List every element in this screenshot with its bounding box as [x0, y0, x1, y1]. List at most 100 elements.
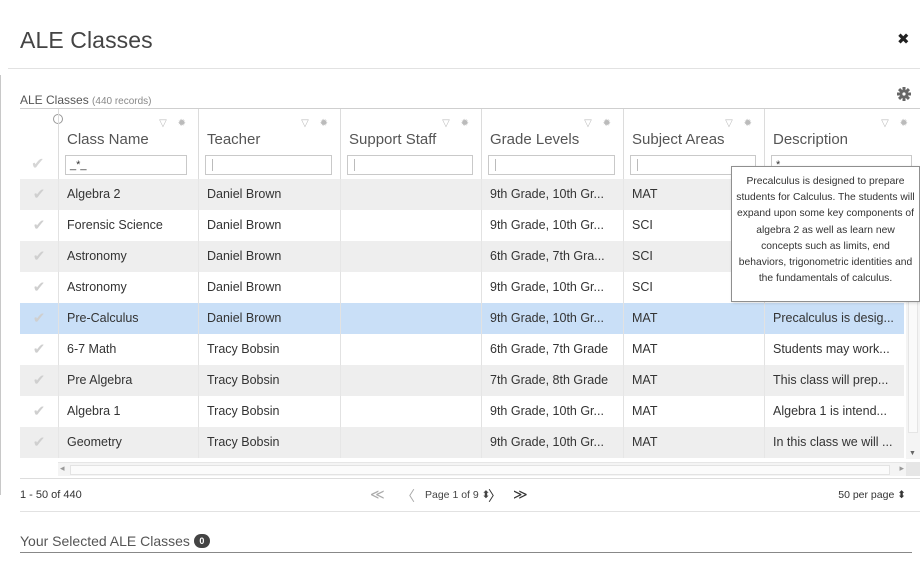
- row-check-icon[interactable]: ✔: [20, 272, 58, 303]
- row-check-icon[interactable]: ✔: [20, 210, 58, 241]
- cell-teacher: Daniel Brown: [198, 303, 340, 334]
- cell-teacher: Tracy Bobsin: [198, 427, 340, 458]
- cell-grade-levels: 6th Grade, 7th Grade: [481, 334, 623, 365]
- cell-support-staff: [340, 241, 481, 272]
- cell-teacher: Daniel Brown: [198, 210, 340, 241]
- row-check-icon[interactable]: ✔: [20, 334, 58, 365]
- header-teacher[interactable]: Teacher ▽ ✹: [198, 109, 340, 179]
- cell-description: Algebra 1 is intend...: [764, 396, 904, 427]
- cell-teacher: Tracy Bobsin: [198, 334, 340, 365]
- pager-divider: [20, 511, 920, 512]
- row-check-icon[interactable]: ✔: [20, 303, 58, 334]
- cell-description: Precalculus is desig...: [764, 303, 904, 334]
- table-row[interactable]: ✔ Geometry Tracy Bobsin 9th Grade, 10th Gr.…: [20, 427, 904, 458]
- filter-settings-icon[interactable]: ▽ ✹: [725, 118, 756, 129]
- prev-page-icon[interactable]: 〈: [401, 486, 415, 506]
- check-icon: ✔: [31, 156, 45, 173]
- cell-class-name: Geometry: [58, 427, 198, 458]
- cell-class-name: Astronomy: [58, 241, 198, 272]
- record-range: 1 - 50 of 440: [20, 489, 82, 501]
- filter-settings-icon[interactable]: ▽ ✹: [584, 118, 615, 129]
- table-row[interactable]: ✔ 6-7 Math Tracy Bobsin 6th Grade, 7th Grad…: [20, 334, 904, 365]
- column-label: Support Staff: [349, 131, 437, 148]
- per-page-select[interactable]: 50 per page ⬍: [838, 489, 906, 501]
- teacher-filter-input[interactable]: [205, 155, 332, 175]
- filter-settings-icon[interactable]: ▽ ✹: [159, 118, 190, 129]
- cell-grade-levels: 9th Grade, 10th Gr...: [481, 179, 623, 210]
- row-check-icon[interactable]: ✔: [20, 365, 58, 396]
- horizontal-scrollbar[interactable]: ◂ ▸: [58, 462, 906, 476]
- cell-subject-areas: MAT: [623, 334, 764, 365]
- row-check-icon[interactable]: ✔: [20, 396, 58, 427]
- modal-title: ALE Classes: [20, 27, 153, 53]
- table-row[interactable]: ✔ Algebra 1 Tracy Bobsin 9th Grade, 10th Gr…: [20, 396, 904, 427]
- row-check-icon[interactable]: ✔: [20, 241, 58, 272]
- scroll-left-icon[interactable]: ◂: [60, 463, 65, 474]
- cell-support-staff: [340, 427, 481, 458]
- class-name-filter-input[interactable]: _*_: [65, 155, 187, 175]
- filter-settings-icon[interactable]: ▽ ✹: [881, 118, 912, 129]
- scroll-right-icon[interactable]: ▸: [899, 463, 904, 474]
- cell-grade-levels: 9th Grade, 10th Gr...: [481, 272, 623, 303]
- filter-settings-icon[interactable]: ▽ ✹: [442, 118, 473, 129]
- filter-settings-icon[interactable]: ▽ ✹: [301, 118, 332, 129]
- scrollbar-corner: [906, 462, 920, 476]
- column-label: Class Name: [67, 131, 149, 148]
- grid-caption-label: ALE Classes: [20, 93, 89, 107]
- cell-support-staff: [340, 272, 481, 303]
- scrollbar-thumb[interactable]: [70, 465, 890, 475]
- grid-caption: ALE Classes (440 records): [20, 93, 152, 107]
- table-row[interactable]: ✔ Pre Algebra Tracy Bobsin 7th Grade, 8th G…: [20, 365, 904, 396]
- cell-teacher: Daniel Brown: [198, 241, 340, 272]
- selected-classes-heading: Your Selected ALE Classes 0: [20, 533, 210, 549]
- cell-class-name: Pre-Calculus: [58, 303, 198, 334]
- grid-settings-gear-icon[interactable]: [897, 87, 911, 101]
- cell-description: Students may work...: [764, 334, 904, 365]
- cell-grade-levels: 9th Grade, 10th Gr...: [481, 303, 623, 334]
- cell-teacher: Daniel Brown: [198, 272, 340, 303]
- next-page-icon[interactable]: 〉: [488, 486, 502, 506]
- first-page-icon[interactable]: ≪: [370, 486, 385, 503]
- cell-subject-areas: MAT: [623, 396, 764, 427]
- cell-class-name: Algebra 2: [58, 179, 198, 210]
- row-check-icon[interactable]: ✔: [20, 179, 58, 210]
- cell-support-staff: [340, 396, 481, 427]
- table-row[interactable]: ✔ Pre-Calculus Daniel Brown 9th Grade, 10th…: [20, 303, 904, 334]
- column-label: Teacher: [207, 131, 261, 148]
- pager-divider: [20, 478, 920, 479]
- cell-class-name: 6-7 Math: [58, 334, 198, 365]
- cell-class-name: Forensic Science: [58, 210, 198, 241]
- selected-classes-label: Your Selected ALE Classes: [20, 533, 190, 549]
- cell-teacher: Tracy Bobsin: [198, 396, 340, 427]
- cell-support-staff: [340, 303, 481, 334]
- cell-description: This class will prep...: [764, 365, 904, 396]
- description-tooltip: Precalculus is designed to prepare stude…: [731, 166, 920, 302]
- header-grade-levels[interactable]: Grade Levels ▽ ✹: [481, 109, 623, 179]
- last-page-icon[interactable]: ≫: [513, 486, 528, 503]
- cell-support-staff: [340, 210, 481, 241]
- grade-levels-filter-input[interactable]: [488, 155, 615, 175]
- close-icon[interactable]: ✖: [897, 30, 910, 48]
- cell-grade-levels: 9th Grade, 10th Gr...: [481, 210, 623, 241]
- scroll-down-icon[interactable]: ▼: [909, 450, 916, 457]
- header-class-name[interactable]: Class Name ▽ ✹ _*_: [58, 109, 198, 179]
- column-label: Subject Areas: [632, 131, 725, 148]
- cell-support-staff: [340, 365, 481, 396]
- column-label: Description: [773, 131, 849, 148]
- cell-grade-levels: 9th Grade, 10th Gr...: [481, 427, 623, 458]
- cell-teacher: Tracy Bobsin: [198, 365, 340, 396]
- pager: 1 - 50 of 440 ≪ 〈 Page 1 of 9 ⬍ 〉 ≫ 50 p…: [20, 484, 920, 508]
- selected-classes-divider: [20, 552, 912, 553]
- row-check-icon[interactable]: ✔: [20, 427, 58, 458]
- cell-grade-levels: 9th Grade, 10th Gr...: [481, 396, 623, 427]
- page-select[interactable]: Page 1 of 9 ⬍: [425, 489, 490, 501]
- cell-subject-areas: MAT: [623, 427, 764, 458]
- cell-teacher: Daniel Brown: [198, 179, 340, 210]
- header-support-staff[interactable]: Support Staff ▽ ✹: [340, 109, 481, 179]
- cell-grade-levels: 7th Grade, 8th Grade: [481, 365, 623, 396]
- support-staff-filter-input[interactable]: [347, 155, 473, 175]
- left-border: [0, 75, 1, 495]
- cell-subject-areas: MAT: [623, 303, 764, 334]
- record-count: (440 records): [92, 96, 152, 107]
- title-divider: [8, 68, 920, 69]
